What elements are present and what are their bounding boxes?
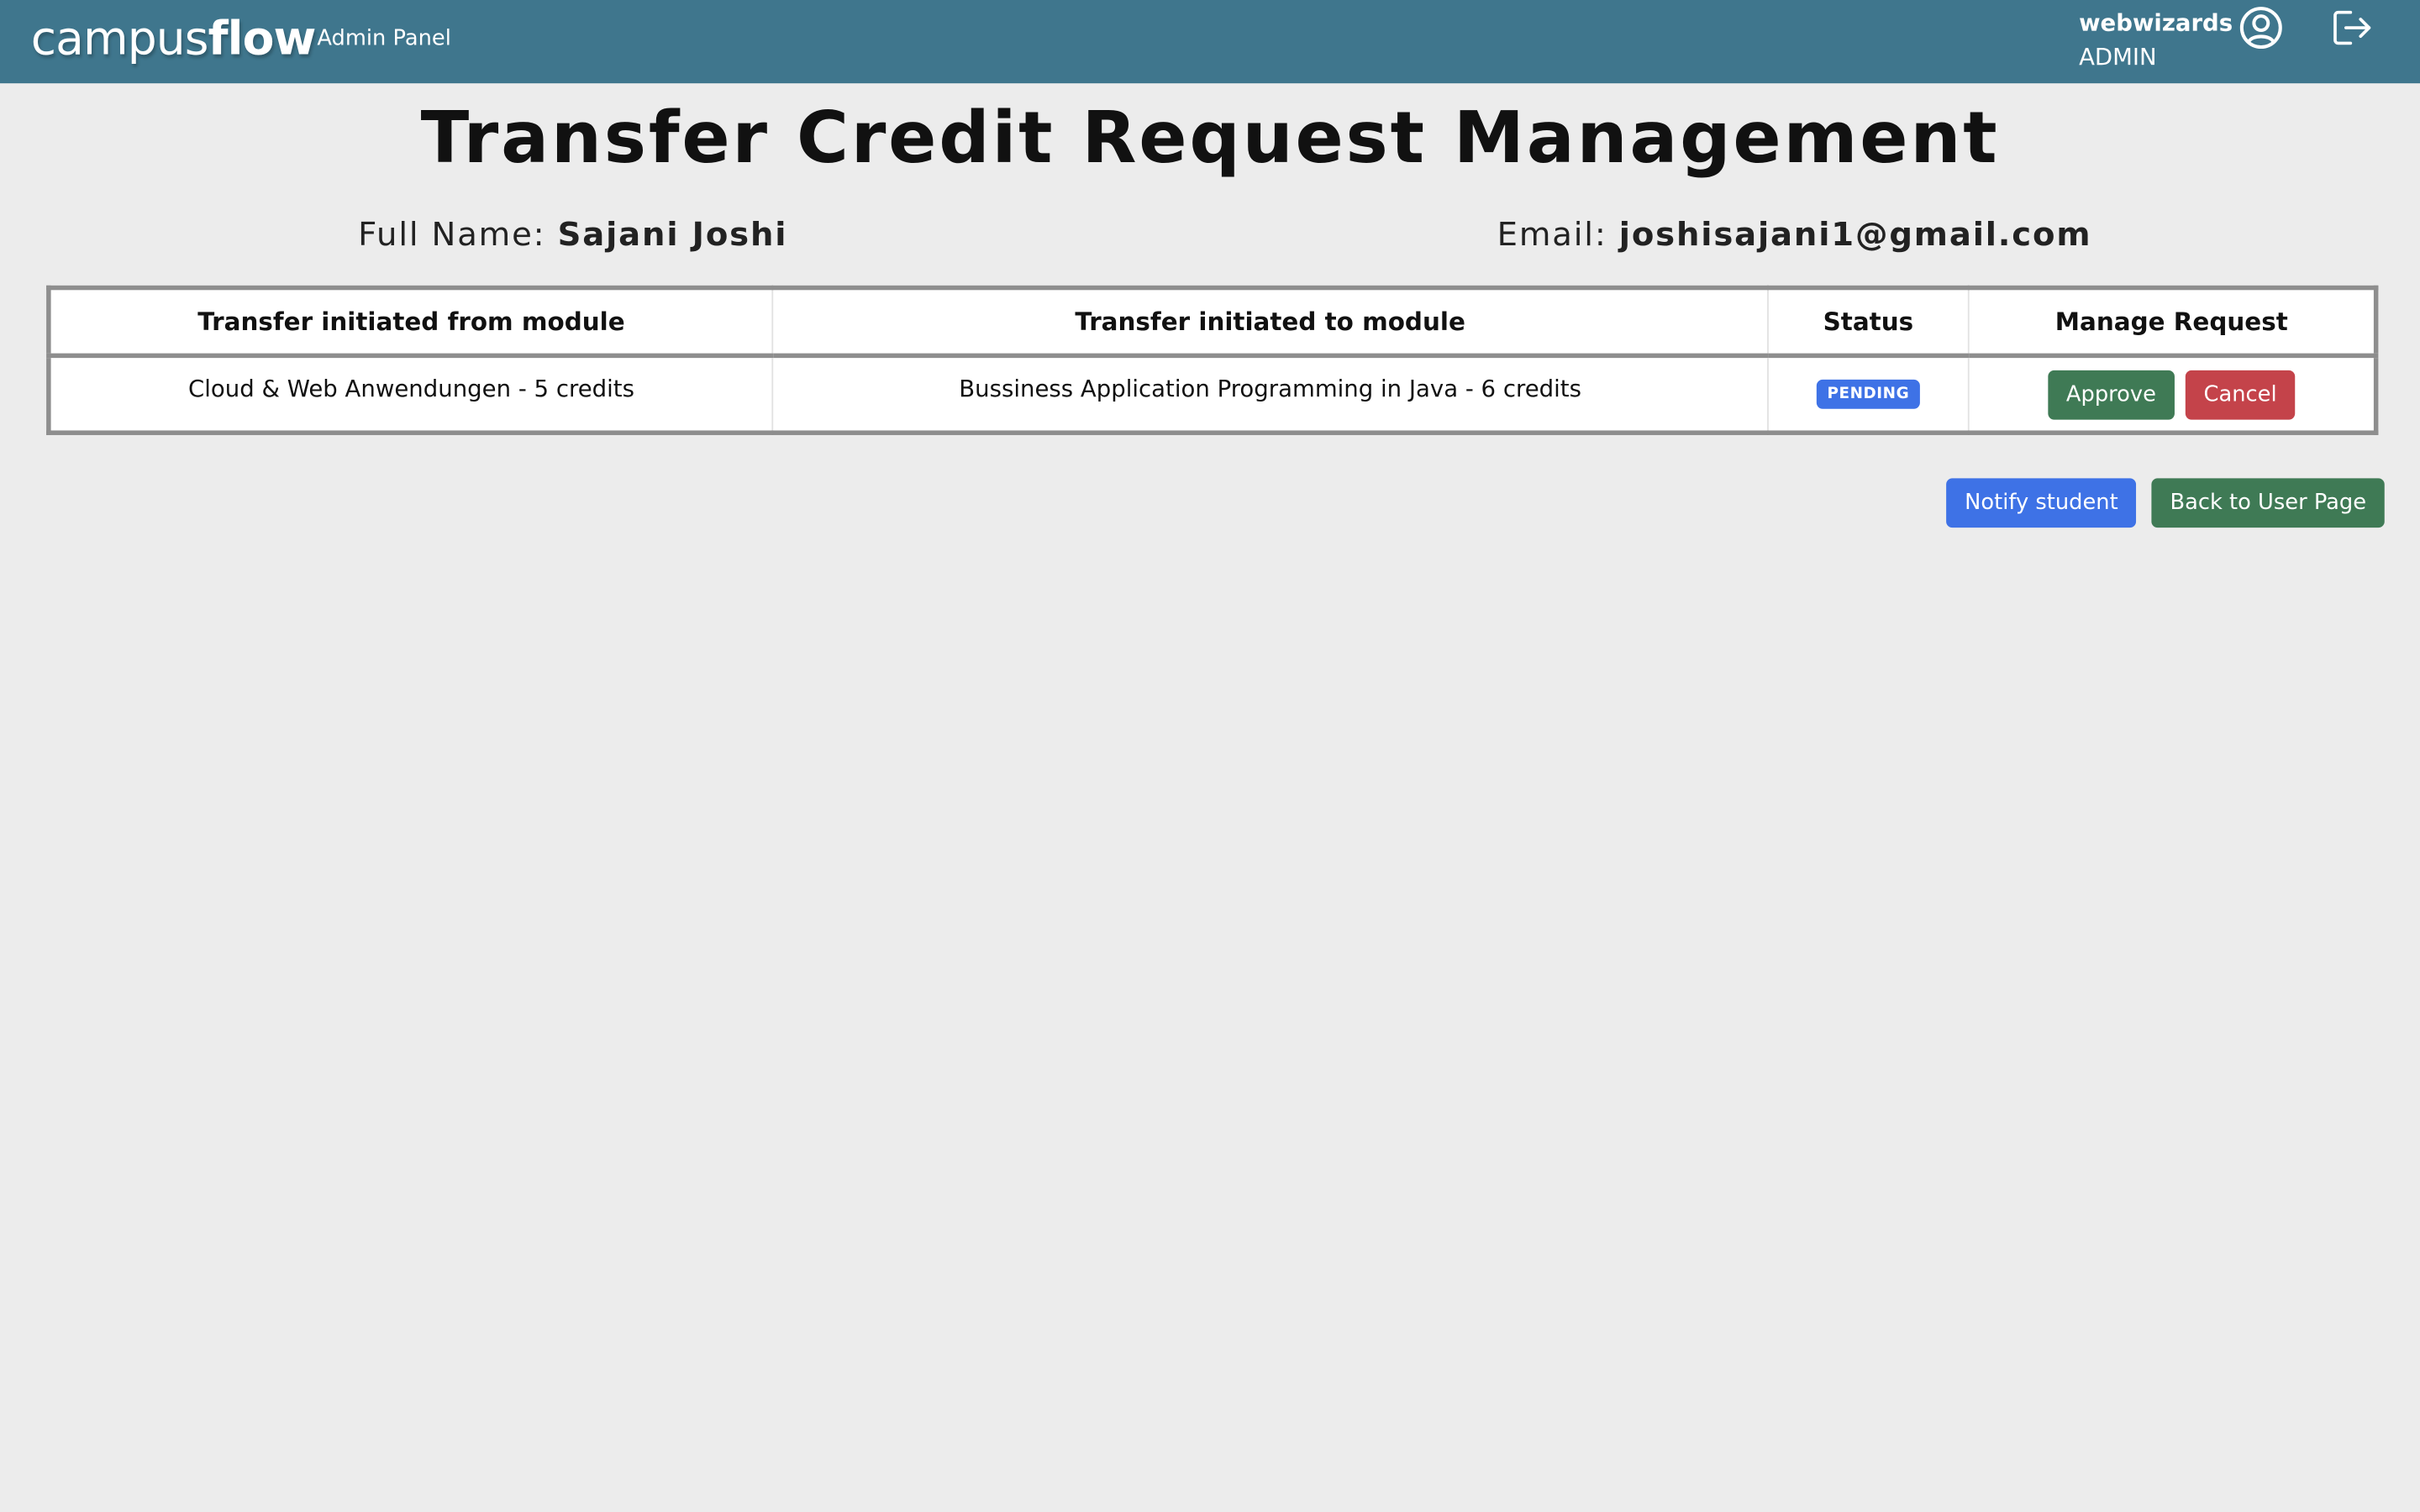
back-to-user-page-button[interactable]: Back to User Page [2151, 478, 2386, 528]
student-email-line: Email: joshisajani1@gmail.com [1497, 216, 2092, 253]
user-info: webwizards ADMIN [2079, 9, 2233, 72]
username: webwizards [2079, 9, 2233, 38]
approve-button[interactable]: Approve [2047, 370, 2175, 420]
brand-subtitle: Admin Panel [317, 26, 451, 51]
page-title: Transfer Credit Request Management [420, 95, 2000, 180]
full-name-value: Sajani Joshi [557, 216, 788, 254]
to-module-cell: Bussiness Application Programming in Jav… [772, 355, 1769, 433]
email-label: Email: [1497, 216, 1607, 254]
top-navbar: campus flow Admin Panel webwizards ADMIN [0, 0, 2420, 84]
brand-name-light: campus [30, 12, 209, 66]
from-module-cell: Cloud & Web Anwendungen - 5 credits [48, 355, 774, 433]
cancel-button[interactable]: Cancel [2185, 370, 2296, 420]
header-from-module: Transfer initiated from module [48, 287, 774, 359]
logout-icon[interactable] [2330, 8, 2373, 48]
status-cell: PENDING [1767, 355, 1970, 433]
transfer-requests-table: Transfer initiated from module Transfer … [46, 285, 2379, 435]
notify-student-button[interactable]: Notify student [1946, 478, 2137, 528]
table-row: Cloud & Web Anwendungen - 5 credits Buss… [48, 355, 2376, 433]
student-name-line: Full Name: Sajani Joshi [358, 216, 787, 253]
header-manage-request: Manage Request [1968, 287, 2376, 359]
page: campus flow Admin Panel webwizards ADMIN T… [0, 0, 2420, 1512]
status-badge: PENDING [1816, 379, 1921, 409]
user-role: ADMIN [2079, 42, 2157, 71]
account-circle-icon[interactable] [2238, 5, 2284, 51]
brand-logo[interactable]: campus flow Admin Panel [31, 13, 451, 66]
email-value: joshisajani1@gmail.com [1618, 216, 2092, 254]
brand-name-bold: flow [208, 12, 317, 66]
full-name-label: Full Name: [358, 216, 546, 254]
header-to-module: Transfer initiated to module [772, 287, 1769, 359]
manage-request-cell: Approve Cancel [1969, 355, 2376, 433]
header-status: Status [1767, 287, 1970, 359]
table-header-row: Transfer initiated from module Transfer … [48, 287, 2376, 359]
